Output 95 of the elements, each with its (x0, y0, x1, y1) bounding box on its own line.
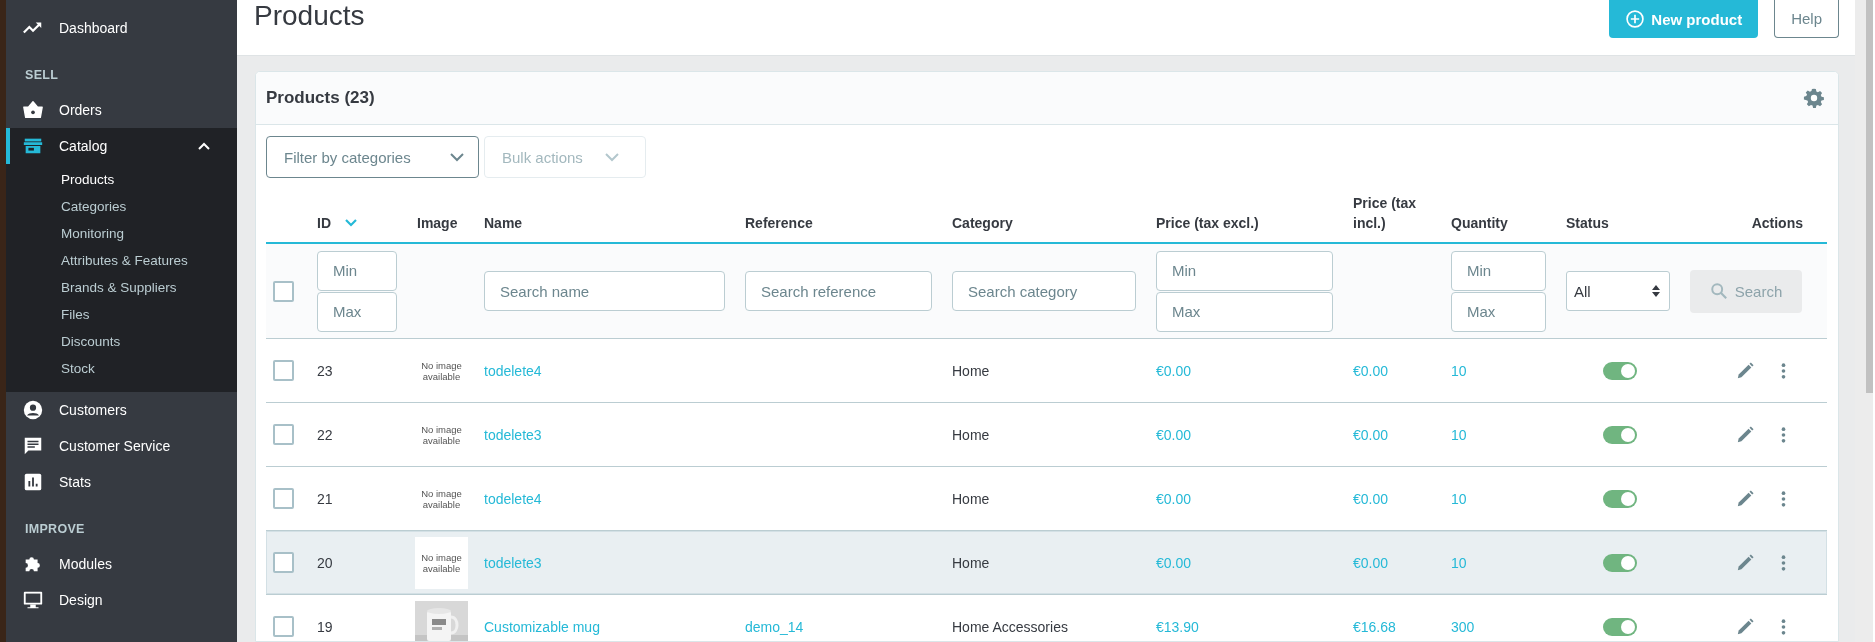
column-header[interactable]: ID (317, 213, 331, 233)
toggle-knob (1621, 619, 1635, 634)
max-field[interactable]: Max (317, 291, 397, 332)
submenu-item[interactable]: Categories (6, 193, 237, 220)
product-category: Home (952, 554, 990, 571)
no-image-text: No image available (420, 487, 463, 510)
scrollbar[interactable] (1866, 0, 1873, 393)
column-header[interactable]: Image (417, 213, 458, 233)
submenu-item[interactable]: Discounts (6, 328, 237, 355)
section-heading: IMPROVE (24, 521, 86, 538)
more-options-icon[interactable] (1781, 361, 1786, 380)
select-all-checkbox[interactable] (273, 280, 294, 302)
settings-icon[interactable] (1803, 87, 1825, 109)
row-checkbox[interactable] (273, 424, 294, 445)
card-title: Products (23) (266, 88, 375, 108)
sidebar-item[interactable]: Catalog (6, 128, 237, 164)
search-field[interactable]: Search category (952, 271, 1136, 311)
column-header[interactable]: Actions (1751, 213, 1803, 233)
pencil-icon[interactable] (1736, 617, 1754, 636)
plus-circle-icon (1625, 9, 1646, 29)
status-toggle[interactable] (1603, 361, 1637, 380)
no-image-text: No image available (420, 423, 463, 446)
product-id: 23 (317, 362, 333, 379)
row-checkbox[interactable] (273, 360, 294, 381)
column-header[interactable]: Price (tax excl.) (1156, 213, 1259, 233)
pencil-icon[interactable] (1736, 425, 1754, 444)
status-toggle[interactable] (1603, 425, 1637, 444)
sidebar-item[interactable]: Customer Service (6, 428, 237, 464)
status-toggle[interactable] (1603, 617, 1637, 636)
column-header[interactable]: Name (484, 213, 523, 233)
sidebar-item[interactable]: Modules (6, 546, 237, 582)
column-header[interactable]: Price (tax incl.) (1353, 193, 1441, 233)
max-field[interactable]: Max (1451, 291, 1546, 332)
bar-chart-icon (22, 471, 44, 493)
search-field[interactable]: Search name (484, 271, 725, 311)
table-row[interactable]: 20 No image available todelete3 Home €0.00 €0.00 10 (266, 531, 1827, 595)
basket-icon (22, 99, 44, 121)
pencil-icon[interactable] (1736, 361, 1754, 380)
more-options-icon[interactable] (1781, 617, 1786, 636)
toggle-knob (1621, 491, 1635, 506)
chevron-down-icon (604, 152, 619, 162)
no-image-text: No image available (420, 359, 463, 382)
toggle-knob (1621, 363, 1635, 378)
search-icon (1709, 282, 1728, 300)
monitor-icon (22, 589, 44, 611)
more-options-icon[interactable] (1781, 425, 1786, 444)
column-header[interactable]: Category (952, 213, 1013, 233)
status-select[interactable]: All (1566, 271, 1670, 311)
min-field[interactable]: Min (317, 250, 397, 291)
product-category: Home (952, 426, 990, 443)
product-category: Home (952, 362, 990, 379)
section-heading: SELL (24, 67, 60, 84)
min-field[interactable]: Min (1156, 250, 1333, 291)
status-toggle[interactable] (1603, 489, 1637, 508)
product-id: 20 (317, 554, 333, 571)
sidebar-item[interactable]: Dashboard (6, 10, 237, 46)
search-field[interactable]: Search reference (745, 271, 932, 311)
sidebar-item[interactable]: Design (6, 582, 237, 618)
column-header[interactable]: Status (1566, 213, 1609, 233)
submenu-item[interactable]: Stock (6, 355, 237, 382)
min-field[interactable]: Min (1451, 250, 1546, 291)
product-category: Home Accessories (952, 618, 1068, 635)
select-value: All (1574, 282, 1591, 300)
pencil-icon[interactable] (1736, 553, 1754, 572)
column-header[interactable]: Quantity (1451, 213, 1508, 233)
product-id: 22 (317, 426, 333, 443)
submenu-item[interactable]: Monitoring (6, 220, 237, 247)
sidebar-item[interactable]: Orders (6, 92, 237, 128)
product-id: 19 (317, 618, 333, 635)
product-id: 21 (317, 490, 333, 507)
toggle-knob (1621, 555, 1635, 570)
row-checkbox[interactable] (273, 552, 294, 573)
page-title: Products (254, 0, 366, 32)
filter-dropdown[interactable]: Filter by categories (266, 136, 479, 178)
submenu-item[interactable]: Attributes & Features (6, 247, 237, 274)
more-options-icon[interactable] (1781, 489, 1786, 508)
chevron-down-icon (450, 152, 464, 162)
row-checkbox[interactable] (273, 488, 294, 509)
sidebar-item[interactable]: Stats (6, 464, 237, 500)
up-down-caret-icon (1651, 284, 1661, 298)
status-toggle[interactable] (1603, 553, 1637, 572)
help-button[interactable]: Help (1774, 0, 1839, 38)
column-header[interactable]: Reference (745, 213, 813, 233)
row-checkbox[interactable] (273, 616, 294, 637)
product-category: Home (952, 490, 990, 507)
max-field[interactable]: Max (1156, 291, 1333, 332)
submenu-item[interactable]: Products (6, 166, 237, 193)
user-icon (22, 399, 44, 421)
no-image-text: No image available (415, 536, 468, 589)
submenu-item[interactable]: Brands & Suppliers (6, 274, 237, 301)
sidebar-item[interactable]: Customers (6, 392, 237, 428)
more-options-icon[interactable] (1781, 553, 1786, 572)
pencil-icon[interactable] (1736, 489, 1754, 508)
submenu-item[interactable]: Files (6, 301, 237, 328)
toggle-knob (1621, 427, 1635, 442)
